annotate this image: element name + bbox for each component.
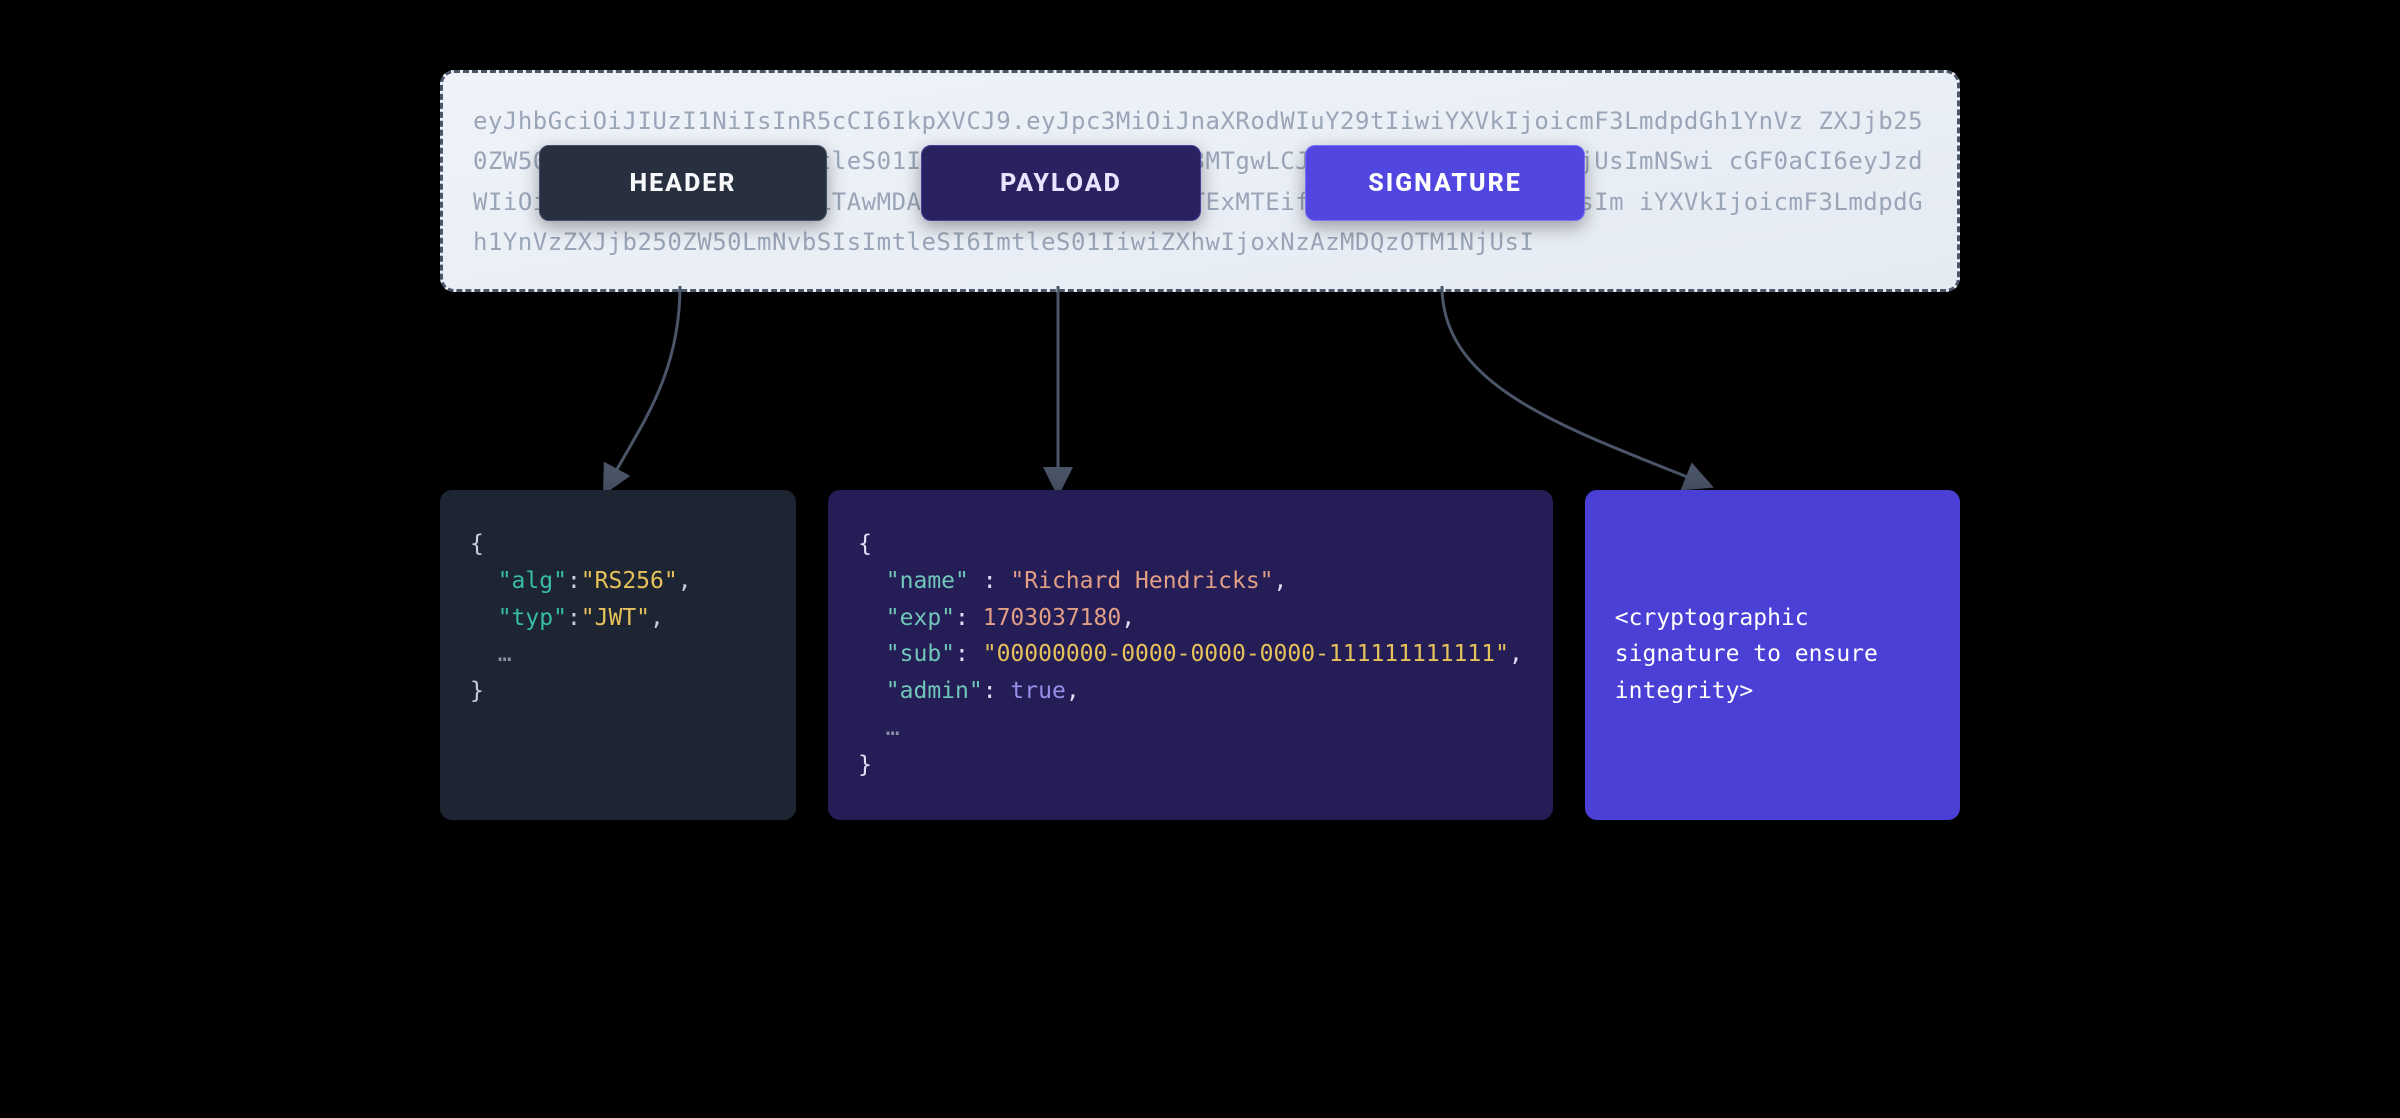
header-panel: { "alg":"RS256", "typ":"JWT", … } xyxy=(440,490,796,820)
header-alg-key: "alg" xyxy=(498,568,567,594)
header-ellipsis: … xyxy=(498,641,512,667)
payload-admin-key: "admin" xyxy=(886,678,983,704)
jwt-line-1: eyJhbGciOiJIUzI1NiIsInR5cCI6IkpXVCJ9.eyJ… xyxy=(473,107,1803,135)
jwt-token-text: eyJhbGciOiJIUzI1NiIsInR5cCI6IkpXVCJ9.eyJ… xyxy=(473,101,1927,262)
payload-panel: { "name" : "Richard Hendricks", "exp": 1… xyxy=(828,490,1553,820)
signature-panel: <cryptographic signature to ensure integ… xyxy=(1585,490,1960,820)
payload-sub-val: "00000000-0000-0000-0000-111111111111" xyxy=(983,641,1509,667)
payload-name-key: "name" xyxy=(886,568,969,594)
payload-ellipsis: … xyxy=(886,715,900,741)
header-alg-val: "RS256" xyxy=(581,568,678,594)
payload-exp-val: 1703037180 xyxy=(983,605,1121,631)
payload-name-val: "Richard Hendricks" xyxy=(1010,568,1273,594)
jwt-token-box: eyJhbGciOiJIUzI1NiIsInR5cCI6IkpXVCJ9.eyJ… xyxy=(440,70,1960,292)
header-typ-key: "typ" xyxy=(498,605,567,631)
payload-admin-val: true xyxy=(1010,678,1065,704)
payload-exp-key: "exp" xyxy=(886,605,955,631)
header-typ-val: "JWT" xyxy=(581,605,650,631)
signature-text: <cryptographic signature to ensure integ… xyxy=(1615,600,1930,710)
payload-sub-key: "sub" xyxy=(886,641,955,667)
connector-arrows xyxy=(440,286,1960,496)
